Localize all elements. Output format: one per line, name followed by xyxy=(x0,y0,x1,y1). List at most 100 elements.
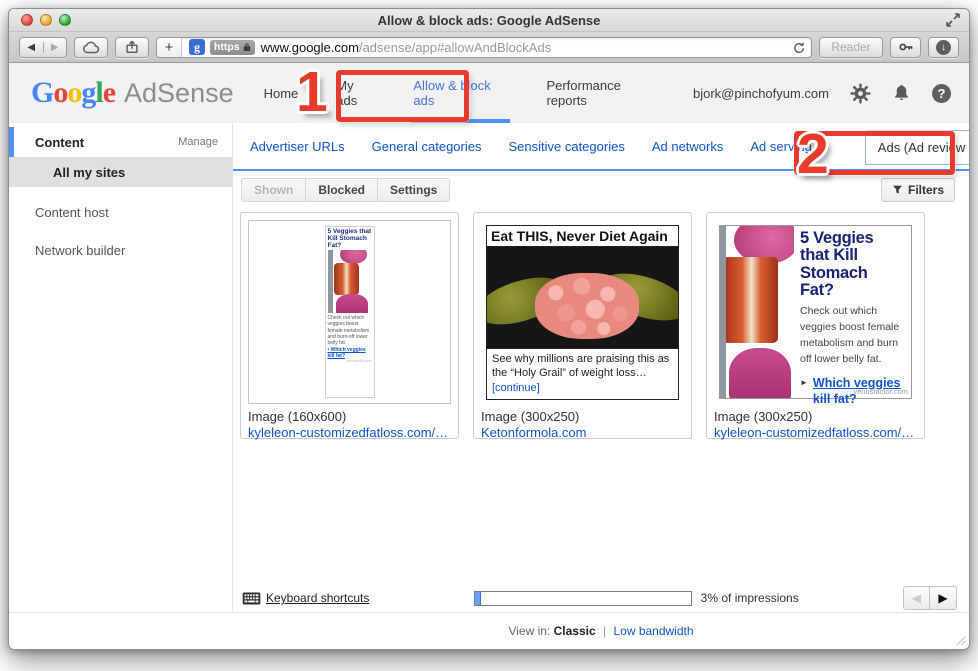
download-icon: ↓ xyxy=(936,40,951,55)
tab-strip: Advertiser URLs General categories Sensi… xyxy=(233,123,969,171)
subtab-blocked[interactable]: Blocked xyxy=(306,178,378,202)
new-tab-button[interactable]: + xyxy=(157,38,182,57)
reload-button[interactable] xyxy=(792,41,805,54)
finger-lime-photo xyxy=(487,247,678,348)
view-classic: Classic xyxy=(554,624,596,638)
browser-window: Allow & block ads: Google AdSense ◀ ▶ + … xyxy=(8,8,970,650)
subtab-settings[interactable]: Settings xyxy=(378,178,450,202)
low-bandwidth-link[interactable]: Low bandwidth xyxy=(613,624,693,638)
ad-destination-link[interactable]: kyleleon-customizedfatloss.com/… xyxy=(714,425,917,441)
url-domain: www.google.com xyxy=(261,40,359,55)
nav-home[interactable]: Home xyxy=(262,63,301,123)
sidebar-section-content: Content Manage xyxy=(9,127,232,157)
ad-card: 5 Veggies that Kill Stomach Fat? Check o… xyxy=(706,212,925,439)
cta-bullet-icon: ► xyxy=(800,378,808,387)
tab-ad-review-center[interactable]: Ads (Ad review center) xyxy=(865,130,970,165)
content-pane: Advertiser URLs General categories Sensi… xyxy=(233,123,969,612)
filters-button[interactable]: Filters xyxy=(881,178,955,202)
ad-headline: 5 Veggies that Kill Stomach Fat? xyxy=(328,228,372,249)
help-icon[interactable]: ? xyxy=(932,84,951,103)
share-icon xyxy=(124,39,140,55)
history-nav: ◀ ▶ xyxy=(19,37,67,58)
view-in-label: View in: xyxy=(508,624,550,638)
reader-button[interactable]: Reader xyxy=(819,37,883,58)
sidebar-section-title: Content xyxy=(35,135,84,150)
sidebar-item-all-my-sites[interactable]: All my sites xyxy=(9,157,232,187)
sub-tab-row: Shown Blocked Settings Filters xyxy=(233,171,969,204)
ad-size-label: Image (300x250) xyxy=(714,409,917,425)
ad-creative-skyscraper[interactable]: 5 Veggies that Kill Stomach Fat? Check o… xyxy=(248,220,451,404)
nav-allow-block-ads[interactable]: Allow & block ads xyxy=(411,63,510,123)
ad-size-label: Image (300x250) xyxy=(481,409,684,425)
ad-caption: See why millions are praising this as th… xyxy=(487,348,678,399)
keyboard-icon xyxy=(242,592,261,605)
ad-review-grid: 5 Veggies that Kill Stomach Fat? Check o… xyxy=(233,204,969,584)
next-page-button[interactable]: ▶ xyxy=(930,586,957,610)
page-body: Content Manage All my sites Content host… xyxy=(9,123,969,612)
ad-body: Check out which veggies boost female met… xyxy=(800,304,905,367)
icloud-tabs-button[interactable] xyxy=(74,37,108,58)
torso-image xyxy=(720,226,794,398)
view-footer: View in: Classic | Low bandwidth xyxy=(9,612,969,649)
adsense-header: Google AdSense Home My ads Allow & block… xyxy=(9,63,969,123)
skyscraper-ad: 5 Veggies that Kill Stomach Fat? Check o… xyxy=(325,226,375,398)
rectangle-ad: 5 Veggies that Kill Stomach Fat? Check o… xyxy=(719,225,912,399)
tab-advertiser-urls[interactable]: Advertiser URLs xyxy=(250,139,345,154)
ad-card: 5 Veggies that Kill Stomach Fat? Check o… xyxy=(240,212,459,439)
pagination: ◀ ▶ xyxy=(903,586,957,610)
sidebar: Content Manage All my sites Content host… xyxy=(9,123,233,612)
window-title: Allow & block ads: Google AdSense xyxy=(9,13,969,28)
cloud-icon xyxy=(82,40,100,54)
ad-card: Eat THIS, Never Diet Again See why milli… xyxy=(473,212,692,439)
ad-creative-rectangle[interactable]: 5 Veggies that Kill Stomach Fat? Check o… xyxy=(714,220,917,404)
continue-link[interactable]: [continue] xyxy=(492,382,540,394)
sidebar-item-network-builder[interactable]: Network builder xyxy=(9,235,232,265)
share-button[interactable] xyxy=(115,37,149,58)
fullscreen-icon[interactable] xyxy=(945,12,961,28)
settings-gear-icon[interactable] xyxy=(850,83,871,104)
sidebar-item-content-host[interactable]: Content host xyxy=(9,197,232,227)
previous-page-button[interactable]: ◀ xyxy=(903,586,930,610)
password-extension-button[interactable] xyxy=(890,37,921,58)
header-right: bjork@pinchofyum.com ? xyxy=(693,83,951,104)
progress-fill xyxy=(475,592,481,605)
reload-icon xyxy=(792,41,805,54)
impressions-label: 3% of impressions xyxy=(701,591,799,605)
url-path: /adsense/app#allowAndBlockAds xyxy=(359,40,551,55)
ad-attribution: venusfactor.com xyxy=(853,387,908,396)
downloads-button[interactable]: ↓ xyxy=(928,37,959,58)
forward-button[interactable]: ▶ xyxy=(44,42,67,53)
ad-size-label: Image (160x600) xyxy=(248,409,451,425)
ad-headline: Eat THIS, Never Diet Again xyxy=(487,226,678,247)
account-email[interactable]: bjork@pinchofyum.com xyxy=(693,86,829,101)
list-footer-bar: Keyboard shortcuts 3% of impressions ◀ ▶ xyxy=(233,584,969,612)
google-logo: Google xyxy=(31,76,115,110)
subtab-shown[interactable]: Shown xyxy=(241,178,306,202)
address-bar[interactable]: + g https www.google.com/adsense/app#all… xyxy=(156,37,812,58)
ad-destination-link[interactable]: kyleleon-customizedfatloss.com/… xyxy=(248,425,451,441)
keyboard-shortcuts-link[interactable]: Keyboard shortcuts xyxy=(242,591,369,605)
nav-performance-reports[interactable]: Performance reports xyxy=(544,63,659,123)
tab-general-categories[interactable]: General categories xyxy=(372,139,482,154)
ad-creative-rectangle[interactable]: Eat THIS, Never Diet Again See why milli… xyxy=(481,220,684,404)
tab-ad-networks[interactable]: Ad networks xyxy=(652,139,724,154)
google-favicon: g xyxy=(189,39,205,55)
back-button[interactable]: ◀ xyxy=(20,42,44,53)
lock-icon xyxy=(243,42,251,52)
tab-ad-serving[interactable]: Ad serving xyxy=(750,139,811,154)
manage-link[interactable]: Manage xyxy=(178,136,218,148)
key-icon xyxy=(898,40,914,54)
ad-body: Check out which veggies boost female met… xyxy=(328,315,372,346)
ad-cta-link[interactable]: • Which veggies kill fat? xyxy=(328,347,372,359)
product-name: AdSense xyxy=(124,78,234,109)
ad-destination-link[interactable]: Ketonformola.com xyxy=(481,425,684,441)
nav-my-ads[interactable]: My ads xyxy=(334,63,377,123)
notifications-bell-icon[interactable] xyxy=(892,83,911,104)
resize-grip[interactable] xyxy=(954,634,966,646)
tab-sensitive-categories[interactable]: Sensitive categories xyxy=(508,139,624,154)
url-text: www.google.com/adsense/app#allowAndBlock… xyxy=(261,40,552,55)
title-bar: Allow & block ads: Google AdSense xyxy=(9,9,969,32)
adsense-logo[interactable]: Google AdSense xyxy=(31,76,234,110)
impressions-progress-bar xyxy=(474,591,692,606)
filter-funnel-icon xyxy=(892,184,903,195)
